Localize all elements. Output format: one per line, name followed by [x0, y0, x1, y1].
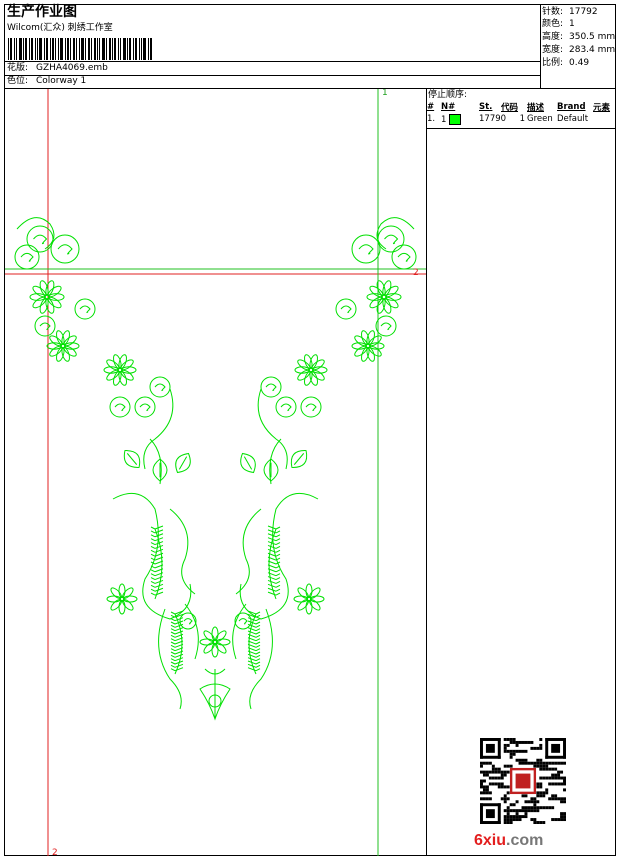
page-title: 生产作业图 — [7, 4, 77, 20]
col-code: 代码 — [501, 103, 519, 113]
col-needle: N# — [441, 102, 456, 112]
flower — [29, 280, 65, 314]
watermark-logo: 6xiu.com — [474, 832, 544, 849]
flower — [293, 583, 325, 615]
divider — [5, 61, 541, 62]
column-divider — [426, 89, 427, 856]
flower — [366, 280, 402, 314]
row-brand: Default — [557, 114, 589, 124]
color-label: 色位: — [7, 76, 29, 86]
guide-label: 2 — [52, 848, 58, 856]
design-file: GZHA4069.emb — [36, 63, 108, 73]
flower — [103, 354, 137, 386]
qr-code — [480, 738, 566, 824]
flower — [351, 330, 385, 362]
colorway: Colorway 1 — [36, 76, 87, 86]
height-label: 高度: — [542, 32, 564, 42]
table-header: # N# St. 代码 描述 Brand 元素 — [427, 101, 615, 113]
stitch-count: 17792 — [569, 7, 598, 17]
row-element — [593, 113, 615, 125]
table-bottom-line — [427, 128, 615, 129]
row-description: Green — [527, 114, 553, 124]
height-value: 350.5 mm — [569, 32, 616, 42]
embroidery-design: 1 2 2 — [5, 89, 426, 856]
barcode — [8, 38, 152, 60]
row-stitches: 17790 1 — [479, 114, 525, 124]
embroidery-motif — [14, 217, 417, 721]
col-element: 元素 — [593, 103, 611, 113]
scale-value: 0.49 — [569, 58, 590, 68]
colors-count: 1 — [569, 19, 575, 29]
company-name: Wilcom(汇众) 刺绣工作室 — [7, 23, 113, 33]
col-brand: Brand — [557, 102, 586, 112]
col-stitches: St. — [479, 102, 493, 112]
guide-label: 1 — [382, 89, 388, 98]
row-needle: 1 — [441, 113, 479, 125]
flower — [294, 354, 328, 386]
scale-label: 比例: — [542, 58, 564, 68]
width-value: 283.4 mm — [569, 45, 616, 55]
col-description: 描述 — [527, 103, 545, 113]
guide-label: 2 — [413, 268, 419, 278]
flower — [106, 583, 138, 615]
stitch-count-label: 针数: — [542, 7, 564, 17]
flower — [46, 330, 80, 362]
width-label: 宽度: — [542, 45, 564, 55]
row-code: 1 — [519, 114, 525, 124]
table-row: 1. 1 17790 1 Green Default — [427, 113, 615, 125]
stop-sequence-title: 停止顺序: — [428, 90, 468, 100]
color-swatch — [449, 113, 462, 125]
col-index: # — [427, 102, 435, 112]
seal-stamp — [515, 773, 531, 789]
spec-divider — [540, 5, 541, 88]
flower — [199, 626, 231, 658]
colors-label: 颜色: — [542, 19, 564, 29]
row-index: 1. — [427, 114, 436, 124]
stop-sequence-table: # N# St. 代码 描述 Brand 元素 1. 1 17790 1 Gre… — [427, 101, 615, 125]
design-label: 花版: — [7, 63, 29, 73]
